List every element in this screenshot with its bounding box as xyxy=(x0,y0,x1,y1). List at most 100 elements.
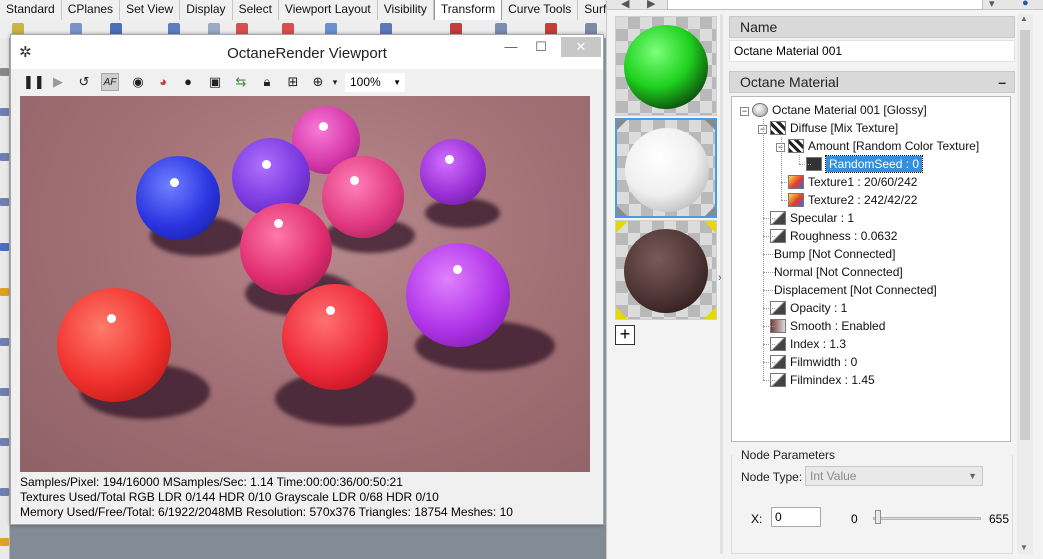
chevron-right-icon[interactable]: › xyxy=(718,272,722,284)
sphere-icon[interactable]: ● xyxy=(179,73,197,91)
tool-icon[interactable] xyxy=(0,538,9,546)
tree-node[interactable]: − Amount [Random Color Texture] xyxy=(776,137,979,155)
rhino-viewport-background xyxy=(10,525,606,559)
material-path-field[interactable] xyxy=(667,0,983,10)
lock-icon[interactable]: 🔒︎ xyxy=(258,73,276,91)
add-material-button[interactable]: + xyxy=(615,325,635,345)
rhino-tab-set-view[interactable]: Set View xyxy=(120,0,181,20)
panel-splitter[interactable] xyxy=(720,14,723,554)
render-output[interactable] xyxy=(20,96,590,472)
material-swatch-list xyxy=(615,16,717,344)
tool-icon[interactable] xyxy=(0,488,9,496)
rhino-tab-viewport-layout[interactable]: Viewport Layout xyxy=(278,0,378,20)
x-slider-track[interactable] xyxy=(873,517,981,520)
settings-icon[interactable]: ▾ xyxy=(326,73,344,91)
tool-icon[interactable] xyxy=(0,68,9,76)
tool-icon[interactable] xyxy=(0,338,9,346)
scrollbar-thumb[interactable] xyxy=(1020,30,1030,440)
tool-icon[interactable] xyxy=(0,153,9,161)
corner-marker xyxy=(616,307,628,319)
rhino-tab-transform[interactable]: Transform xyxy=(433,0,503,20)
help-icon[interactable]: ● xyxy=(1022,0,1029,9)
tree-node[interactable]: − Octane Material 001 [Glossy] xyxy=(740,101,927,119)
rhino-tab-standard[interactable]: Standard xyxy=(0,0,62,20)
rhino-left-toolbar xyxy=(0,38,10,559)
restart-icon[interactable]: ↺ xyxy=(75,73,93,91)
corner-marker xyxy=(704,307,716,319)
name-section-header[interactable]: Name xyxy=(729,16,1015,38)
tree-node-label: Roughness : 0.0632 xyxy=(790,229,898,243)
maximize-button[interactable]: ☐ xyxy=(527,39,555,57)
camera-icon[interactable]: ▣ xyxy=(206,73,224,91)
tool-icon[interactable] xyxy=(0,438,9,446)
play-icon[interactable]: ▶ xyxy=(49,73,67,91)
window-titlebar[interactable]: ✲ OctaneRender Viewport — ☐ ✕ xyxy=(11,35,603,69)
collapse-toggle-icon[interactable]: − xyxy=(740,107,749,116)
tree-node-label: Index : 1.3 xyxy=(790,337,847,351)
tree-node-label: Opacity : 1 xyxy=(790,301,848,315)
rhino-tab-visibility[interactable]: Visibility xyxy=(377,0,434,20)
material-swatch-green[interactable] xyxy=(615,16,717,116)
scroll-down-icon[interactable]: ▼ xyxy=(1020,543,1028,552)
tree-connector xyxy=(763,308,775,309)
tree-node-label: Filmindex : 1.45 xyxy=(790,373,875,387)
tool-icon[interactable] xyxy=(0,243,9,251)
collapse-button[interactable]: – xyxy=(998,72,1006,92)
color-wheel-icon[interactable]: ◕ xyxy=(154,73,172,91)
status-line-samples: Samples/Pixel: 194/16000 MSamples/Sec: 1… xyxy=(20,475,403,489)
forward-icon[interactable]: ▶ xyxy=(647,0,655,10)
tree-node[interactable]: RandomSeed : 0 xyxy=(794,155,924,173)
tree-node[interactable]: Filmindex : 1.45 xyxy=(758,371,875,389)
region-icon[interactable]: ⊞ xyxy=(284,73,302,91)
x-value-input[interactable]: 0 xyxy=(771,507,821,527)
tree-node[interactable]: Bump [Not Connected] xyxy=(758,245,895,263)
tree-node-label: Texture1 : 20/60/242 xyxy=(808,175,918,189)
tool-icon[interactable] xyxy=(0,108,9,116)
material-swatch-brown[interactable] xyxy=(615,220,717,320)
back-icon[interactable]: ◀ xyxy=(621,0,629,10)
zoom-select[interactable]: 100% ▼ xyxy=(345,73,405,92)
tree-node[interactable]: − Diffuse [Mix Texture] xyxy=(758,119,898,137)
rhino-tab-select[interactable]: Select xyxy=(232,0,279,20)
tool-icon[interactable] xyxy=(0,288,9,296)
tree-node-label: Amount [Random Color Texture] xyxy=(808,139,980,153)
tree-node[interactable]: Roughness : 0.0632 xyxy=(758,227,897,245)
corner-marker xyxy=(616,221,628,233)
tool-icon[interactable] xyxy=(0,388,9,396)
node-type-select[interactable]: Int Value ▼ xyxy=(805,466,983,486)
minimize-button[interactable]: — xyxy=(497,39,525,57)
red-ball xyxy=(57,288,171,402)
tool-icon[interactable] xyxy=(0,198,9,206)
dropdown-icon[interactable]: ▾ xyxy=(989,0,995,10)
rhino-tab-cplanes[interactable]: CPlanes xyxy=(61,0,121,20)
panel-scrollbar[interactable]: ▲ ▼ xyxy=(1017,14,1033,554)
tree-node[interactable]: Texture2 : 242/42/22 xyxy=(776,191,917,209)
tree-node-label: Filmwidth : 0 xyxy=(790,355,858,369)
status-line-memory: Memory Used/Free/Total: 6/1922/2048MB Re… xyxy=(20,505,513,519)
tree-node[interactable]: Smooth : Enabled xyxy=(758,317,885,335)
pick-icon[interactable]: ⊕ xyxy=(309,73,327,91)
scroll-up-icon[interactable]: ▲ xyxy=(1020,14,1028,23)
autofocus-button[interactable]: AF xyxy=(101,73,119,91)
node-parameters-title: Node Parameters xyxy=(741,448,836,462)
node-type-value: Int Value xyxy=(810,469,857,483)
mix-texture-icon xyxy=(788,139,804,153)
tree-node[interactable]: Normal [Not Connected] xyxy=(758,263,903,281)
tree-connector xyxy=(763,344,775,345)
rhino-tab-display[interactable]: Display xyxy=(180,0,233,20)
close-button[interactable]: ✕ xyxy=(561,37,601,57)
tree-connector xyxy=(781,137,782,200)
mix-texture-icon xyxy=(770,121,786,135)
blue-ball xyxy=(136,156,220,240)
slider-max-label: 655 xyxy=(989,512,1010,526)
rhino-tab-curve-tools[interactable]: Curve Tools xyxy=(502,0,579,20)
render-sphere-icon[interactable]: ◉ xyxy=(129,73,147,91)
pause-icon[interactable]: ❚❚ xyxy=(23,73,45,91)
material-swatch-selected[interactable] xyxy=(615,118,717,218)
x-slider-thumb[interactable] xyxy=(875,510,881,524)
export-icon[interactable]: ⇆ xyxy=(232,73,250,91)
tree-node[interactable]: Texture1 : 20/60/242 xyxy=(776,173,917,191)
tree-node[interactable]: Displacement [Not Connected] xyxy=(758,281,937,299)
octane-material-section-header[interactable]: Octane Material – xyxy=(729,71,1015,93)
material-name-field[interactable]: Octane Material 001 xyxy=(729,40,1015,62)
